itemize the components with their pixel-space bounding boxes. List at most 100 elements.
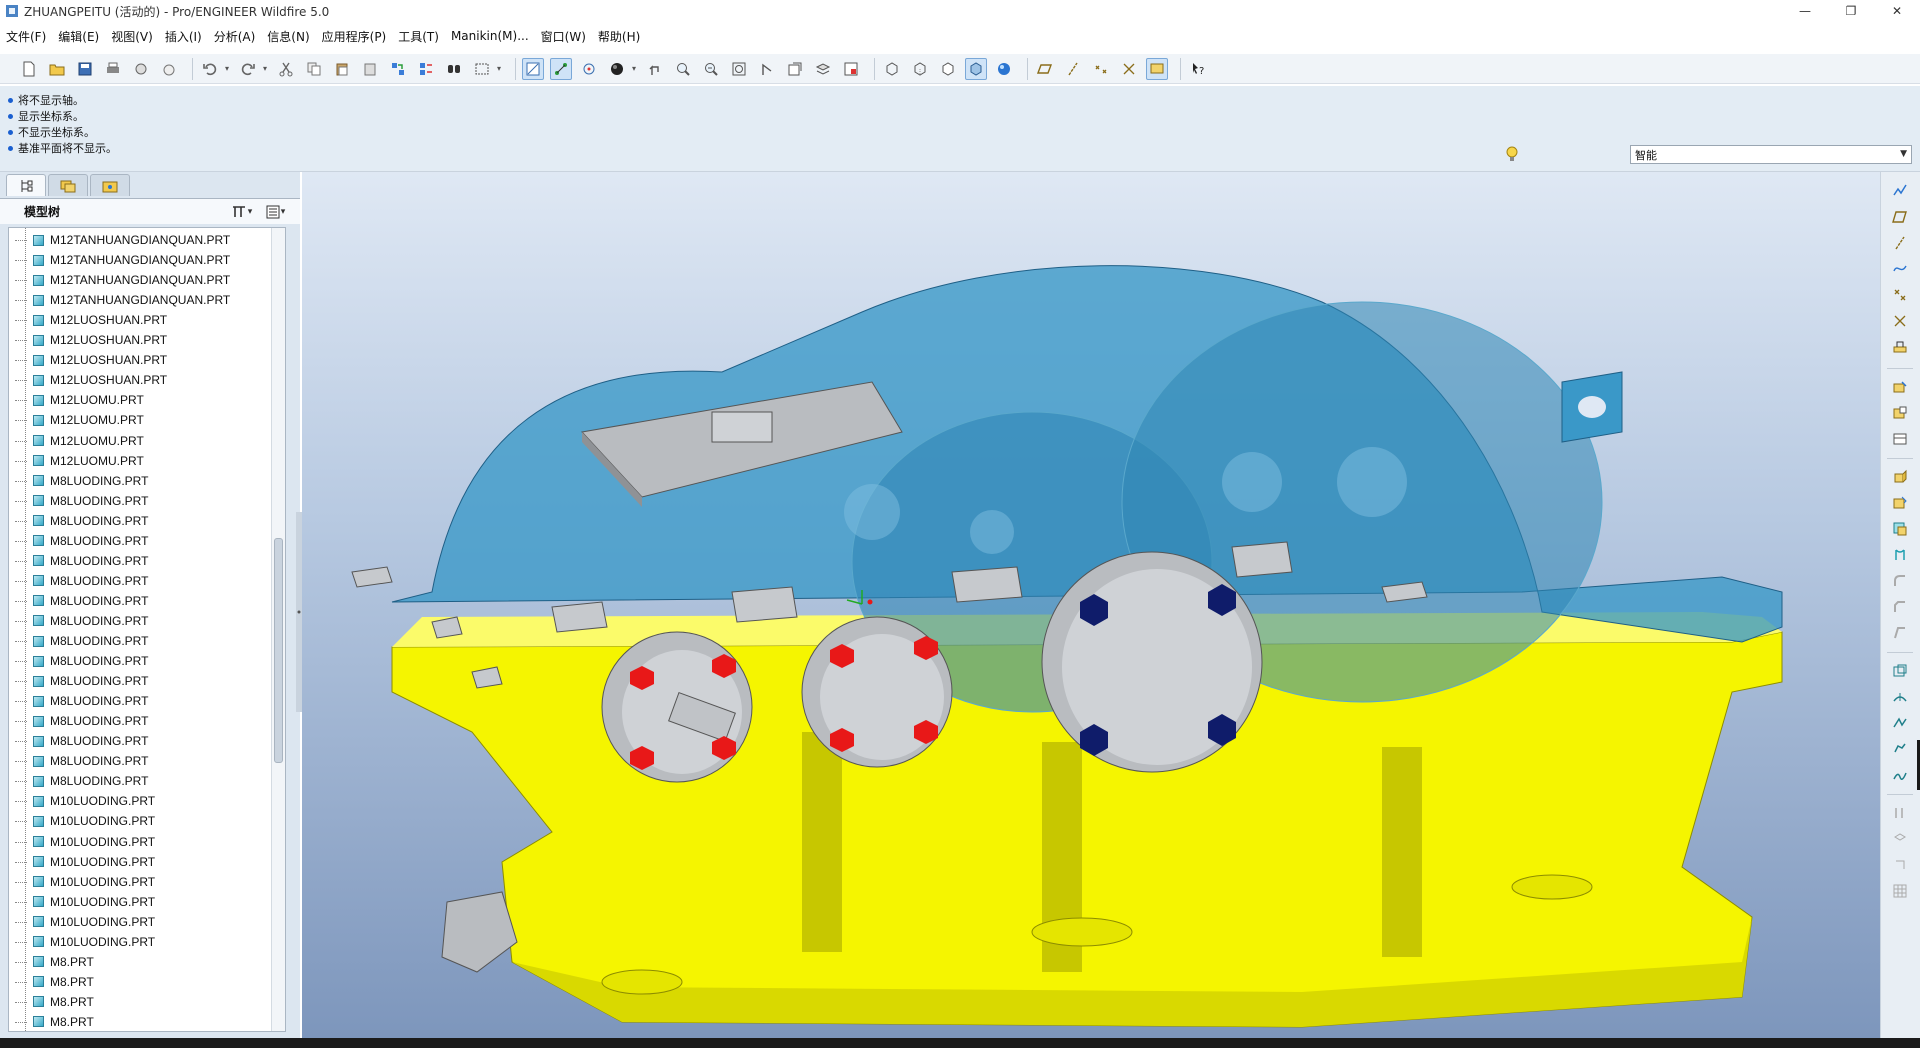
scrollbar-thumb[interactable] [274,538,283,763]
model-tree-item[interactable]: M8.PRT [15,1012,94,1031]
model-tree-item[interactable]: M10LUODING.PRT [15,932,155,952]
pattern-icon[interactable] [1889,712,1911,734]
menu-window[interactable]: 窗口(W) [541,28,586,45]
minimize-button[interactable]: — [1782,0,1828,22]
sketched-curve-icon[interactable] [1889,180,1911,202]
regenerate-icon[interactable] [387,58,409,80]
close-button[interactable]: ✕ [1874,0,1920,22]
tree-settings-button[interactable]: ▾ [224,202,258,222]
menu-help[interactable]: 帮助(H) [598,28,640,45]
model-tree-item[interactable]: M10LUODING.PRT [15,832,155,852]
model-tree-item[interactable]: M8LUODING.PRT [15,751,148,771]
reorient-icon[interactable] [756,58,778,80]
chamfer-icon[interactable] [1889,596,1911,618]
extrude-icon[interactable] [1889,466,1911,488]
lightbulb-icon[interactable] [1505,146,1519,164]
datum-curve-icon[interactable] [1889,258,1911,280]
tab-favorites[interactable] [90,174,130,196]
appearance-dropdown-icon[interactable]: ▾ [630,58,638,80]
model-tree-item[interactable]: M12LUOMU.PRT [15,451,144,471]
whats-this-icon[interactable]: ? [1187,58,1209,80]
model-tree-item[interactable]: M10LUODING.PRT [15,892,155,912]
model-tree-item[interactable]: M8LUODING.PRT [15,731,148,751]
datum-plane-icon[interactable] [1889,206,1911,228]
erase-icon[interactable] [158,58,180,80]
appearance-icon[interactable] [606,58,628,80]
datum-planes-icon[interactable] [1034,58,1056,80]
csys-icon[interactable] [1118,58,1140,80]
redo-dropdown-icon[interactable]: ▾ [261,58,269,80]
model-tree-item[interactable]: M12TANHUANGDIANQUAN.PRT [15,290,230,310]
restore-button[interactable]: ❐ [1828,0,1874,22]
merge-icon[interactable] [1889,764,1911,786]
shell-icon[interactable] [1889,660,1911,682]
spin-center-icon[interactable] [578,58,600,80]
model-tree-item[interactable]: M8.PRT [15,992,94,1012]
round-icon[interactable] [1889,570,1911,592]
zoom-out-icon[interactable] [700,58,722,80]
orient-icon[interactable] [644,58,666,80]
model-tree-item[interactable]: M8LUODING.PRT [15,571,148,591]
sweep-icon[interactable] [1889,518,1911,540]
intersect-icon[interactable] [1889,828,1911,850]
menu-tools[interactable]: 工具(T) [398,28,439,45]
save-icon[interactable] [74,58,96,80]
model-tree-item[interactable]: M12LUOSHUAN.PRT [15,370,167,390]
datum-point-icon[interactable] [1889,284,1911,306]
offset-icon[interactable] [1889,854,1911,876]
analysis-icon[interactable] [1889,336,1911,358]
model-tree-item[interactable]: M8LUODING.PRT [15,551,148,571]
tab-model-tree[interactable] [6,174,46,196]
model-tree-item[interactable]: M8LUODING.PRT [15,491,148,511]
select-dropdown-icon[interactable]: ▾ [495,58,503,80]
selection-filter-select[interactable]: 智能 ▼ [1630,145,1912,164]
menu-analysis[interactable]: 分析(A) [214,28,256,45]
model-tree-item[interactable]: M8LUODING.PRT [15,471,148,491]
hidden-line-icon[interactable] [909,58,931,80]
model-tree-item[interactable]: M12LUOSHUAN.PRT [15,310,167,330]
open-icon[interactable] [46,58,68,80]
redo-icon[interactable] [237,58,259,80]
mirror-icon[interactable] [1889,738,1911,760]
select-box-icon[interactable] [471,58,493,80]
assemble-icon[interactable] [1889,376,1911,398]
find-icon[interactable] [443,58,465,80]
revolve-icon[interactable] [1889,492,1911,514]
undo-icon[interactable] [199,58,221,80]
copy-icon[interactable] [303,58,325,80]
model-tree-item[interactable]: M8LUODING.PRT [15,591,148,611]
cut-icon[interactable] [275,58,297,80]
refit-icon[interactable] [728,58,750,80]
model-tree-item[interactable]: M12LUOMU.PRT [15,410,144,430]
zoom-in-icon[interactable] [672,58,694,80]
trim-icon[interactable] [1889,802,1911,824]
view-manager-icon[interactable] [840,58,862,80]
datum-axis-icon[interactable] [550,57,572,80]
model-tree-scrollbar[interactable] [271,228,285,1031]
model-tree-item[interactable]: M10LUODING.PRT [15,791,155,811]
datum-axis-icon[interactable] [1889,232,1911,254]
datum-display-icon[interactable] [522,57,544,80]
model-tree-item[interactable]: M12LUOSHUAN.PRT [15,330,167,350]
model-tree-item[interactable]: M8LUODING.PRT [15,711,148,731]
datum-axes-icon[interactable] [1062,58,1084,80]
model-tree-item[interactable]: M8LUODING.PRT [15,691,148,711]
hole-icon[interactable] [1889,544,1911,566]
undo-dropdown-icon[interactable]: ▾ [223,58,231,80]
model-tree-item[interactable]: M12LUOMU.PRT [15,390,144,410]
datum-points-icon[interactable] [1090,58,1112,80]
model-tree-item[interactable]: M8LUODING.PRT [15,611,148,631]
paste-icon[interactable] [331,58,353,80]
model-tree-item[interactable]: M12LUOMU.PRT [15,431,144,451]
no-hidden-icon[interactable] [937,58,959,80]
model-tree-item[interactable]: M8LUODING.PRT [15,671,148,691]
draft-icon[interactable] [1889,622,1911,644]
model-tree-item[interactable]: M8LUODING.PRT [15,651,148,671]
enhanced-realism-icon[interactable] [993,58,1015,80]
layers-icon[interactable] [812,58,834,80]
wireframe-icon[interactable] [881,58,903,80]
annotations-icon[interactable] [1146,57,1168,80]
model-tree-item[interactable]: M12TANHUANGDIANQUAN.PRT [15,250,230,270]
model-tree-item[interactable]: M8.PRT [15,952,94,972]
model-tree-item[interactable]: M8LUODING.PRT [15,531,148,551]
